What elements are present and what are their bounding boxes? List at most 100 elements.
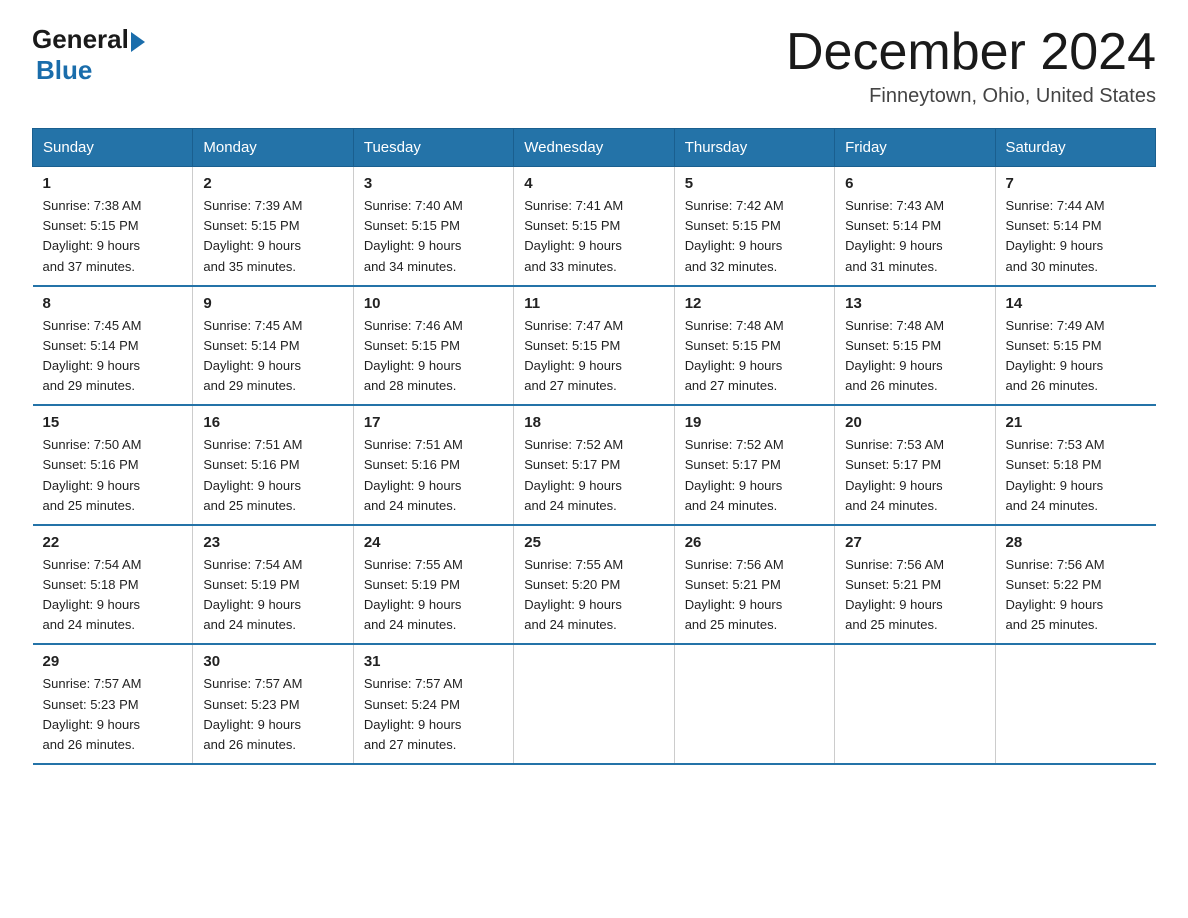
- calendar-cell: 8 Sunrise: 7:45 AMSunset: 5:14 PMDayligh…: [33, 286, 193, 406]
- day-number: 2: [203, 175, 342, 192]
- calendar-cell: 20 Sunrise: 7:53 AMSunset: 5:17 PMDaylig…: [835, 405, 995, 525]
- calendar-table: SundayMondayTuesdayWednesdayThursdayFrid…: [32, 128, 1156, 765]
- calendar-cell: 26 Sunrise: 7:56 AMSunset: 5:21 PMDaylig…: [674, 525, 834, 645]
- calendar-cell: 29 Sunrise: 7:57 AMSunset: 5:23 PMDaylig…: [33, 644, 193, 764]
- calendar-cell: 17 Sunrise: 7:51 AMSunset: 5:16 PMDaylig…: [353, 405, 513, 525]
- day-number: 25: [524, 534, 663, 551]
- day-number: 6: [845, 175, 984, 192]
- calendar-cell: 30 Sunrise: 7:57 AMSunset: 5:23 PMDaylig…: [193, 644, 353, 764]
- logo: General Blue: [32, 24, 145, 86]
- day-number: 7: [1006, 175, 1146, 192]
- day-info: Sunrise: 7:57 AMSunset: 5:23 PMDaylight:…: [43, 674, 183, 755]
- col-header-sunday: Sunday: [33, 129, 193, 167]
- day-number: 17: [364, 414, 503, 431]
- calendar-cell: 16 Sunrise: 7:51 AMSunset: 5:16 PMDaylig…: [193, 405, 353, 525]
- title-section: December 2024 Finneytown, Ohio, United S…: [786, 24, 1156, 108]
- col-header-saturday: Saturday: [995, 129, 1155, 167]
- day-number: 22: [43, 534, 183, 551]
- calendar-cell: [835, 644, 995, 764]
- day-number: 5: [685, 175, 824, 192]
- calendar-cell: [995, 644, 1155, 764]
- calendar-cell: 27 Sunrise: 7:56 AMSunset: 5:21 PMDaylig…: [835, 525, 995, 645]
- day-info: Sunrise: 7:57 AMSunset: 5:24 PMDaylight:…: [364, 674, 503, 755]
- logo-arrow-icon: [131, 32, 145, 52]
- day-number: 31: [364, 653, 503, 670]
- day-number: 8: [43, 295, 183, 312]
- calendar-cell: 23 Sunrise: 7:54 AMSunset: 5:19 PMDaylig…: [193, 525, 353, 645]
- day-number: 3: [364, 175, 503, 192]
- day-number: 13: [845, 295, 984, 312]
- month-title: December 2024: [786, 24, 1156, 81]
- day-info: Sunrise: 7:56 AMSunset: 5:22 PMDaylight:…: [1006, 555, 1146, 636]
- calendar-cell: 2 Sunrise: 7:39 AMSunset: 5:15 PMDayligh…: [193, 167, 353, 286]
- calendar-cell: 31 Sunrise: 7:57 AMSunset: 5:24 PMDaylig…: [353, 644, 513, 764]
- day-info: Sunrise: 7:56 AMSunset: 5:21 PMDaylight:…: [845, 555, 984, 636]
- day-info: Sunrise: 7:54 AMSunset: 5:18 PMDaylight:…: [43, 555, 183, 636]
- day-info: Sunrise: 7:39 AMSunset: 5:15 PMDaylight:…: [203, 196, 342, 277]
- day-info: Sunrise: 7:51 AMSunset: 5:16 PMDaylight:…: [364, 435, 503, 516]
- calendar-week-row: 1 Sunrise: 7:38 AMSunset: 5:15 PMDayligh…: [33, 167, 1156, 286]
- day-number: 19: [685, 414, 824, 431]
- day-number: 20: [845, 414, 984, 431]
- page-header: General Blue December 2024 Finneytown, O…: [32, 24, 1156, 108]
- day-number: 26: [685, 534, 824, 551]
- day-info: Sunrise: 7:53 AMSunset: 5:17 PMDaylight:…: [845, 435, 984, 516]
- day-info: Sunrise: 7:40 AMSunset: 5:15 PMDaylight:…: [364, 196, 503, 277]
- day-number: 28: [1006, 534, 1146, 551]
- calendar-cell: 6 Sunrise: 7:43 AMSunset: 5:14 PMDayligh…: [835, 167, 995, 286]
- col-header-monday: Monday: [193, 129, 353, 167]
- location: Finneytown, Ohio, United States: [786, 85, 1156, 108]
- day-info: Sunrise: 7:53 AMSunset: 5:18 PMDaylight:…: [1006, 435, 1146, 516]
- day-number: 9: [203, 295, 342, 312]
- day-info: Sunrise: 7:55 AMSunset: 5:19 PMDaylight:…: [364, 555, 503, 636]
- calendar-week-row: 22 Sunrise: 7:54 AMSunset: 5:18 PMDaylig…: [33, 525, 1156, 645]
- day-info: Sunrise: 7:57 AMSunset: 5:23 PMDaylight:…: [203, 674, 342, 755]
- day-number: 10: [364, 295, 503, 312]
- day-number: 18: [524, 414, 663, 431]
- calendar-cell: 4 Sunrise: 7:41 AMSunset: 5:15 PMDayligh…: [514, 167, 674, 286]
- day-number: 27: [845, 534, 984, 551]
- calendar-cell: 24 Sunrise: 7:55 AMSunset: 5:19 PMDaylig…: [353, 525, 513, 645]
- day-info: Sunrise: 7:43 AMSunset: 5:14 PMDaylight:…: [845, 196, 984, 277]
- calendar-cell: 10 Sunrise: 7:46 AMSunset: 5:15 PMDaylig…: [353, 286, 513, 406]
- calendar-week-row: 15 Sunrise: 7:50 AMSunset: 5:16 PMDaylig…: [33, 405, 1156, 525]
- calendar-cell: 25 Sunrise: 7:55 AMSunset: 5:20 PMDaylig…: [514, 525, 674, 645]
- day-info: Sunrise: 7:52 AMSunset: 5:17 PMDaylight:…: [524, 435, 663, 516]
- day-number: 11: [524, 295, 663, 312]
- col-header-thursday: Thursday: [674, 129, 834, 167]
- day-info: Sunrise: 7:48 AMSunset: 5:15 PMDaylight:…: [685, 316, 824, 397]
- day-info: Sunrise: 7:46 AMSunset: 5:15 PMDaylight:…: [364, 316, 503, 397]
- calendar-cell: 13 Sunrise: 7:48 AMSunset: 5:15 PMDaylig…: [835, 286, 995, 406]
- day-number: 16: [203, 414, 342, 431]
- day-info: Sunrise: 7:51 AMSunset: 5:16 PMDaylight:…: [203, 435, 342, 516]
- day-number: 14: [1006, 295, 1146, 312]
- col-header-friday: Friday: [835, 129, 995, 167]
- day-info: Sunrise: 7:55 AMSunset: 5:20 PMDaylight:…: [524, 555, 663, 636]
- calendar-cell: 9 Sunrise: 7:45 AMSunset: 5:14 PMDayligh…: [193, 286, 353, 406]
- day-number: 23: [203, 534, 342, 551]
- calendar-cell: 12 Sunrise: 7:48 AMSunset: 5:15 PMDaylig…: [674, 286, 834, 406]
- day-number: 1: [43, 175, 183, 192]
- calendar-cell: [674, 644, 834, 764]
- calendar-header-row: SundayMondayTuesdayWednesdayThursdayFrid…: [33, 129, 1156, 167]
- calendar-cell: 22 Sunrise: 7:54 AMSunset: 5:18 PMDaylig…: [33, 525, 193, 645]
- calendar-cell: 5 Sunrise: 7:42 AMSunset: 5:15 PMDayligh…: [674, 167, 834, 286]
- calendar-week-row: 8 Sunrise: 7:45 AMSunset: 5:14 PMDayligh…: [33, 286, 1156, 406]
- day-number: 12: [685, 295, 824, 312]
- calendar-cell: 19 Sunrise: 7:52 AMSunset: 5:17 PMDaylig…: [674, 405, 834, 525]
- calendar-week-row: 29 Sunrise: 7:57 AMSunset: 5:23 PMDaylig…: [33, 644, 1156, 764]
- day-number: 21: [1006, 414, 1146, 431]
- day-info: Sunrise: 7:45 AMSunset: 5:14 PMDaylight:…: [43, 316, 183, 397]
- day-number: 30: [203, 653, 342, 670]
- day-info: Sunrise: 7:52 AMSunset: 5:17 PMDaylight:…: [685, 435, 824, 516]
- day-number: 24: [364, 534, 503, 551]
- day-number: 29: [43, 653, 183, 670]
- logo-general: General: [32, 24, 129, 55]
- calendar-cell: 14 Sunrise: 7:49 AMSunset: 5:15 PMDaylig…: [995, 286, 1155, 406]
- calendar-cell: 7 Sunrise: 7:44 AMSunset: 5:14 PMDayligh…: [995, 167, 1155, 286]
- day-info: Sunrise: 7:56 AMSunset: 5:21 PMDaylight:…: [685, 555, 824, 636]
- day-info: Sunrise: 7:50 AMSunset: 5:16 PMDaylight:…: [43, 435, 183, 516]
- calendar-cell: 1 Sunrise: 7:38 AMSunset: 5:15 PMDayligh…: [33, 167, 193, 286]
- logo-blue: Blue: [36, 55, 145, 86]
- day-info: Sunrise: 7:44 AMSunset: 5:14 PMDaylight:…: [1006, 196, 1146, 277]
